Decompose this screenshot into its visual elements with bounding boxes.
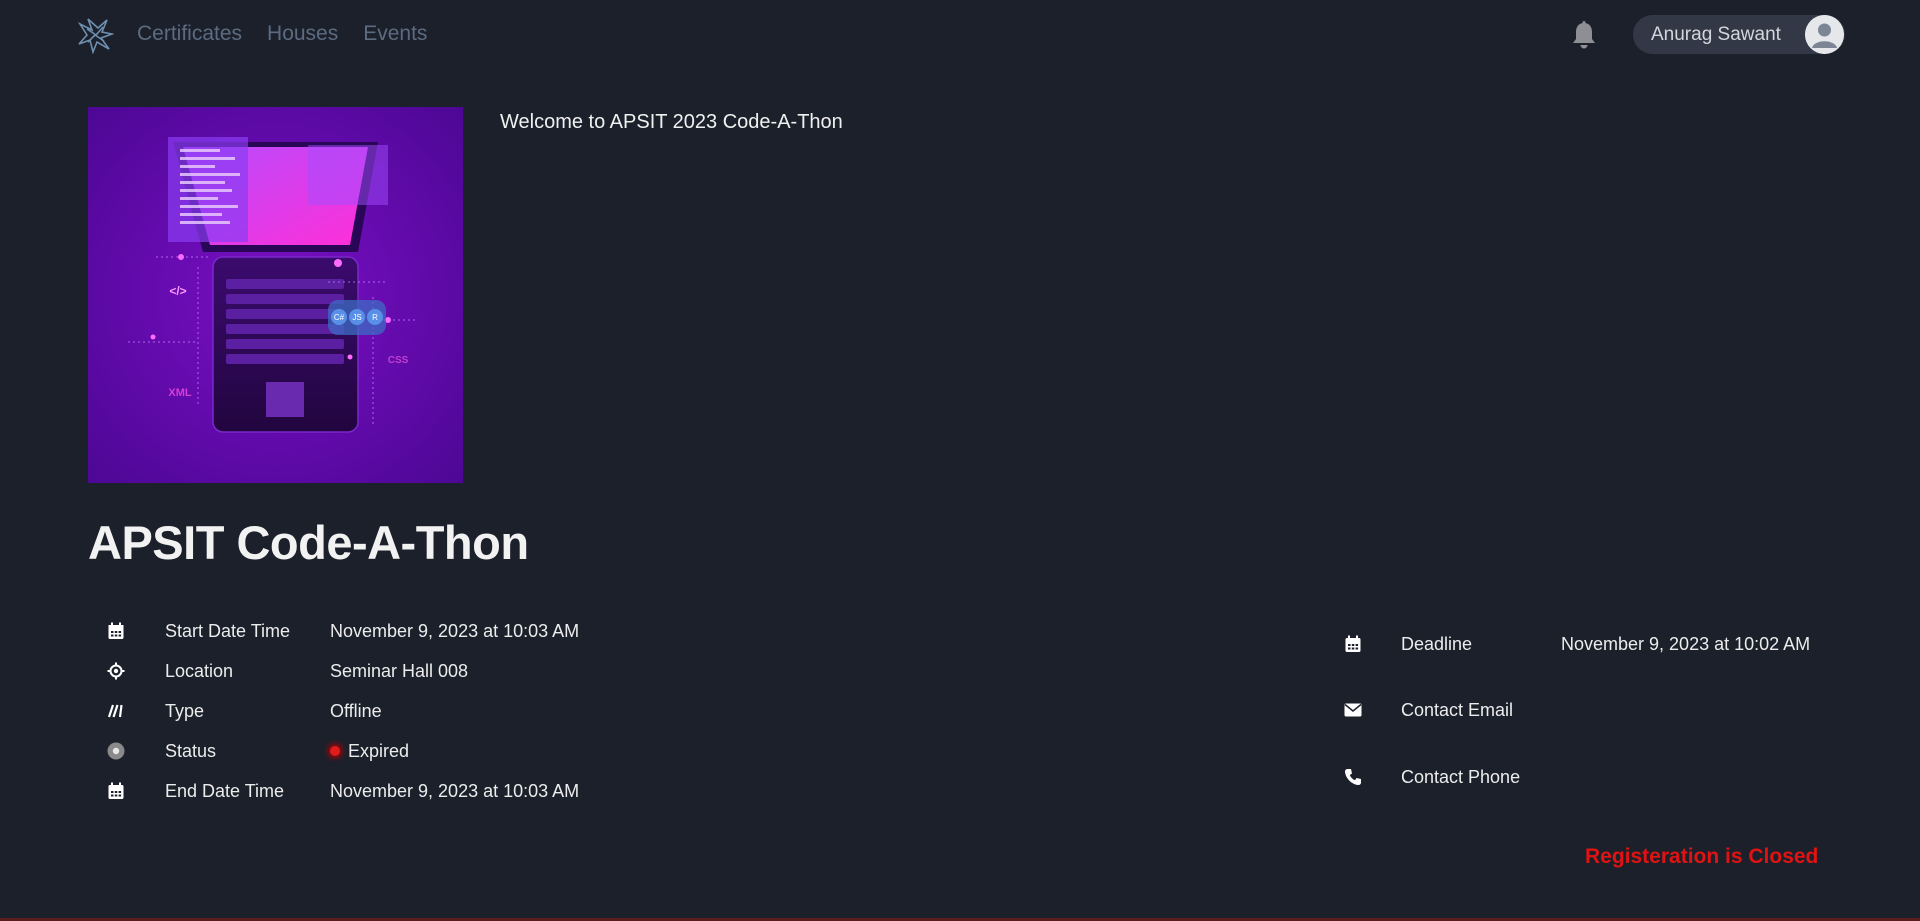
nav-link-houses[interactable]: Houses [267, 22, 338, 46]
detail-label: Start Date Time [165, 620, 291, 641]
detail-label: Type [165, 700, 205, 721]
user-menu-button[interactable]: Anurag Sawant [1633, 15, 1845, 54]
detail-label: Location [165, 660, 234, 681]
calendar-icon [1342, 633, 1364, 655]
image-text-r: R [372, 313, 378, 322]
event-title: APSIT Code-A-Thon [88, 516, 529, 569]
navbar: Certificates Houses Events Anurag Sawant [0, 0, 1920, 70]
nav-link-events[interactable]: Events [363, 22, 427, 46]
detail-label: Contact Email [1401, 699, 1514, 720]
detail-value-status: Expired [330, 741, 409, 762]
detail-value: November 9, 2023 at 10:02 AM [1561, 633, 1811, 654]
calendar-icon [105, 780, 127, 802]
phone-icon [1342, 766, 1364, 788]
nav-links: Certificates Houses Events [137, 22, 427, 46]
image-text-xml: XML [168, 387, 192, 399]
nav-link-certificates[interactable]: Certificates [137, 22, 242, 46]
user-avatar-icon [1805, 15, 1844, 54]
detail-label: Contact Phone [1401, 766, 1521, 787]
image-text-css: CSS [388, 355, 409, 366]
expired-dot-icon [330, 745, 340, 756]
bell-icon[interactable] [1570, 20, 1598, 50]
star-burst-logo[interactable] [76, 16, 114, 54]
registration-closed-text: Registeration is Closed [1585, 845, 1819, 868]
status-icon [105, 740, 127, 762]
image-text-cs: C# [334, 313, 345, 322]
detail-value: Offline [330, 700, 382, 721]
detail-value: November 9, 2023 at 10:03 AM [330, 780, 580, 801]
user-name: Anurag Sawant [1651, 24, 1781, 45]
detail-value: November 9, 2023 at 10:03 AM [330, 620, 580, 641]
mail-icon [1342, 699, 1364, 721]
type-icon [105, 700, 127, 722]
event-banner-image: C# JS R </> XML CSS [88, 107, 463, 483]
detail-label: Status [165, 740, 217, 761]
event-welcome-text: Welcome to APSIT 2023 Code-A-Thon [500, 111, 843, 133]
status-text: Expired [348, 740, 410, 761]
image-text-code: </> [169, 284, 186, 298]
image-text-js: JS [352, 313, 361, 322]
location-icon [105, 660, 127, 682]
detail-label: End Date Time [165, 780, 285, 801]
calendar-icon [105, 620, 127, 642]
detail-label: Deadline [1401, 633, 1473, 654]
detail-value: Seminar Hall 008 [330, 660, 469, 681]
